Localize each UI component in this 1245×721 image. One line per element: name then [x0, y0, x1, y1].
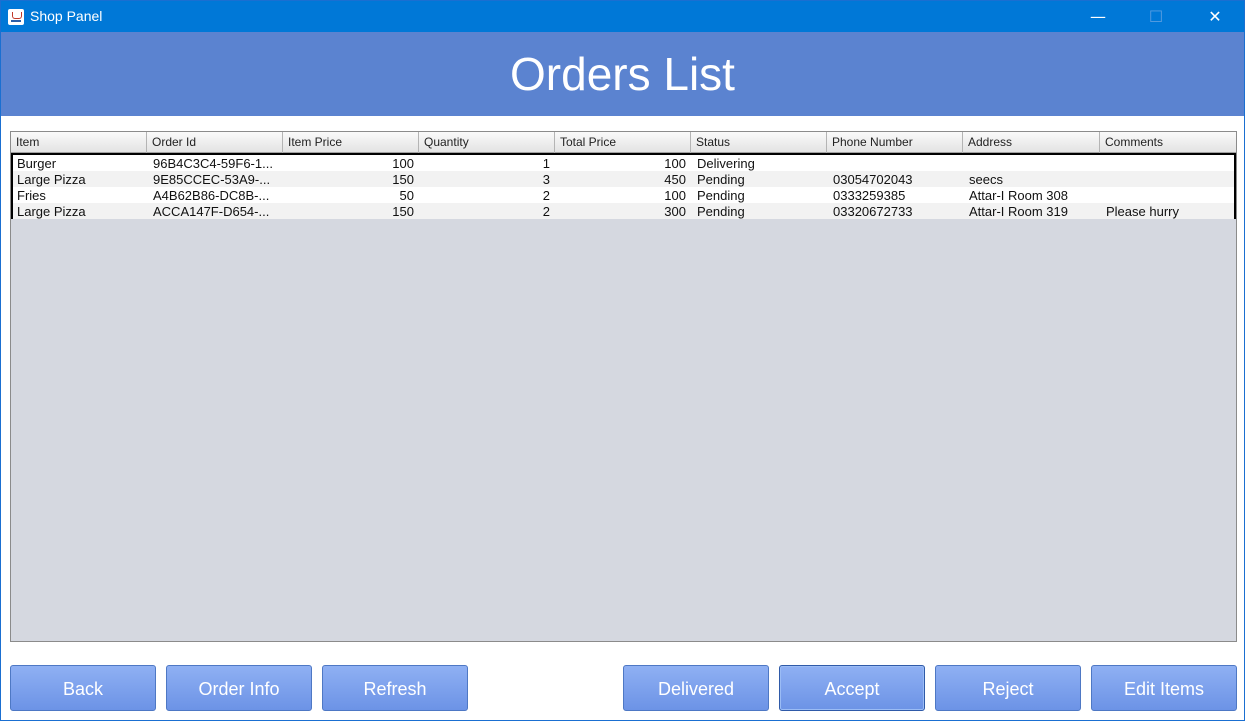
cell-phone: 03054702043 [833, 172, 913, 187]
edit-items-button[interactable]: Edit Items [1091, 665, 1237, 711]
cell-item: Burger [17, 156, 57, 171]
java-cup-icon [8, 9, 24, 25]
cell-address: seecs [969, 172, 1003, 187]
column-header-item-price[interactable]: Item Price [283, 132, 419, 153]
column-header-item[interactable]: Item [11, 132, 147, 153]
cell-item-price: 100 [392, 156, 414, 171]
column-header-total-price[interactable]: Total Price [555, 132, 691, 153]
cell-order-id: ACCA147F-D654-... [153, 204, 270, 219]
window-title: Shop Panel [30, 8, 103, 24]
minimize-button[interactable]: — [1069, 1, 1127, 32]
order-info-button[interactable]: Order Info [166, 665, 312, 711]
back-button[interactable]: Back [10, 665, 156, 711]
cell-quantity: 3 [542, 172, 550, 187]
page-title: Orders List [510, 48, 735, 100]
table-body: Burger 96B4C3C4-59F6-1... 100 1 100 Deli… [11, 153, 1236, 219]
header-band: Orders List [1, 32, 1244, 116]
cell-order-id: 9E85CCEC-53A9-... [153, 172, 271, 187]
maximize-button[interactable]: ☐ [1127, 1, 1185, 32]
cell-status: Delivering [697, 156, 755, 171]
cell-order-id: A4B62B86-DC8B-... [153, 188, 270, 203]
title-bar: Shop Panel — ☐ ✕ [1, 1, 1244, 32]
cell-phone: 0333259385 [833, 188, 906, 203]
cell-item: Large Pizza [17, 204, 86, 219]
cell-quantity: 2 [542, 188, 550, 203]
cell-comments: Please hurry [1106, 204, 1179, 219]
cell-status: Pending [697, 204, 745, 219]
table-row[interactable]: Large Pizza 9E85CCEC-53A9-... 150 3 450 … [13, 171, 1234, 187]
table-header: Item Order Id Item Price Quantity Total … [11, 132, 1236, 153]
cell-comments [1102, 187, 1232, 203]
close-button[interactable]: ✕ [1186, 1, 1244, 32]
cell-status: Pending [697, 188, 745, 203]
cell-address: Attar-I Room 308 [969, 188, 1068, 203]
cell-comments [1102, 171, 1232, 187]
cell-phone [829, 155, 963, 171]
column-header-status[interactable]: Status [691, 132, 827, 153]
cell-total-price: 300 [664, 204, 686, 219]
table-row[interactable]: Burger 96B4C3C4-59F6-1... 100 1 100 Deli… [13, 155, 1234, 171]
shop-panel-window: Shop Panel — ☐ ✕ Orders List Item Order … [0, 0, 1245, 721]
cell-address [965, 155, 1100, 171]
table-row[interactable]: Large Pizza ACCA147F-D654-... 150 2 300 … [13, 203, 1234, 219]
orders-table[interactable]: Item Order Id Item Price Quantity Total … [10, 131, 1237, 642]
column-header-quantity[interactable]: Quantity [419, 132, 555, 153]
cell-address: Attar-I Room 319 [969, 204, 1068, 219]
reject-button[interactable]: Reject [935, 665, 1081, 711]
cell-item-price: 150 [392, 204, 414, 219]
table-row[interactable]: Fries A4B62B86-DC8B-... 50 2 100 Pending… [13, 187, 1234, 203]
cell-total-price: 100 [664, 188, 686, 203]
accept-button[interactable]: Accept [779, 665, 925, 711]
column-header-comments[interactable]: Comments [1100, 132, 1236, 153]
cell-quantity: 1 [542, 156, 550, 171]
cell-total-price: 450 [664, 172, 686, 187]
cell-phone: 03320672733 [833, 204, 913, 219]
cell-quantity: 2 [542, 204, 550, 219]
cell-comments [1102, 155, 1232, 171]
cell-total-price: 100 [664, 156, 686, 171]
cell-order-id: 96B4C3C4-59F6-1... [153, 156, 273, 171]
cell-status: Pending [697, 172, 745, 187]
cell-item-price: 150 [392, 172, 414, 187]
column-header-phone-number[interactable]: Phone Number [827, 132, 963, 153]
refresh-button[interactable]: Refresh [322, 665, 468, 711]
cell-item-price: 50 [399, 188, 414, 203]
delivered-button[interactable]: Delivered [623, 665, 769, 711]
cell-item: Large Pizza [17, 172, 86, 187]
cell-item: Fries [17, 188, 46, 203]
column-header-address[interactable]: Address [963, 132, 1100, 153]
column-header-order-id[interactable]: Order Id [147, 132, 283, 153]
